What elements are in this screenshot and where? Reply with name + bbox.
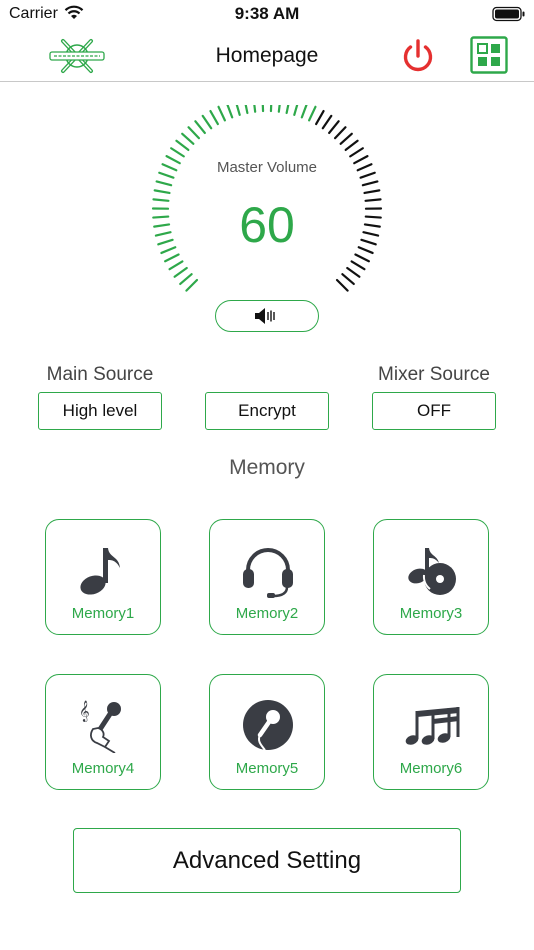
volume-tick <box>253 105 257 113</box>
grid-icon <box>470 36 508 74</box>
status-bar: Carrier 9:38 AM <box>0 0 534 30</box>
volume-tick <box>170 147 185 158</box>
volume-tick <box>181 132 195 145</box>
page-title: Homepage <box>215 44 319 67</box>
memory5-button[interactable]: Memory5 <box>209 674 325 790</box>
volume-tick <box>300 105 308 119</box>
volume-tick <box>344 139 359 152</box>
volume-label: Master Volume <box>216 159 318 176</box>
memory1-button[interactable]: Memory1 <box>45 519 161 635</box>
volume-tick <box>361 180 379 187</box>
main-source-label: Main Source <box>46 364 154 385</box>
memory5-label: Memory5 <box>235 760 299 777</box>
volume-tick <box>173 266 188 278</box>
volume-tick <box>194 120 206 135</box>
encrypt-button[interactable]: Encrypt <box>205 392 329 430</box>
microphone-circle-icon <box>243 700 293 751</box>
advanced-setting-button[interactable]: Advanced Setting <box>73 828 461 893</box>
volume-tick <box>341 273 355 286</box>
grid-menu-button[interactable] <box>470 36 508 74</box>
volume-tick <box>235 105 241 116</box>
volume-tick <box>164 253 180 263</box>
note-disc-icon <box>408 548 456 595</box>
volume-tick <box>346 266 361 278</box>
volume-tick <box>217 105 226 122</box>
volume-tick <box>328 120 340 135</box>
volume-tick <box>226 105 234 119</box>
volume-tick <box>155 180 173 187</box>
mixer-source-label: Mixer Source <box>378 364 490 385</box>
volume-tick <box>363 189 381 195</box>
volume-tick <box>349 147 364 158</box>
volume-tick <box>277 105 281 113</box>
volume-tick <box>350 260 366 271</box>
memory4-button[interactable]: 𝄞 Memory4 <box>45 674 161 790</box>
volume-tick <box>201 114 213 130</box>
speaker-icon <box>255 308 275 324</box>
memory2-label: Memory2 <box>235 605 299 622</box>
mute-button[interactable] <box>215 300 319 332</box>
svg-text:𝄞: 𝄞 <box>79 701 90 722</box>
memory3-button[interactable]: Memory3 <box>373 519 489 635</box>
hand-microphone-icon: 𝄞 <box>79 701 121 753</box>
volume-value: 60 <box>239 197 295 253</box>
sixteenth-notes-icon <box>405 707 460 745</box>
volume-tick <box>187 126 200 140</box>
status-time: 9:38 AM <box>234 4 300 23</box>
volume-tick <box>293 105 299 116</box>
volume-tick <box>261 105 265 113</box>
memory6-button[interactable]: Memory6 <box>373 674 489 790</box>
power-icon <box>403 39 433 72</box>
volume-tick <box>308 105 317 122</box>
memory3-label: Memory3 <box>399 605 463 622</box>
volume-tick <box>285 105 290 115</box>
memory6-label: Memory6 <box>399 760 463 777</box>
volume-tick <box>175 139 190 152</box>
volume-tick <box>244 105 249 115</box>
battery-icon <box>492 6 525 22</box>
volume-tick <box>185 278 199 292</box>
headset-icon <box>243 548 293 598</box>
power-button[interactable] <box>399 37 437 75</box>
volume-tick <box>168 260 184 271</box>
volume-tick <box>179 273 193 286</box>
volume-tick <box>315 109 325 126</box>
memory2-button[interactable]: Memory2 <box>209 519 325 635</box>
mixer-source-button[interactable]: OFF <box>372 392 496 430</box>
memory-title: Memory <box>229 456 305 479</box>
volume-tick <box>339 132 353 145</box>
volume-tick <box>269 105 273 113</box>
volume-tick <box>335 278 349 292</box>
volume-tick <box>209 109 219 126</box>
volume-tick <box>354 253 370 263</box>
memory1-label: Memory1 <box>71 605 135 622</box>
main-source-button[interactable]: High level <box>38 392 162 430</box>
volume-tick <box>334 126 347 140</box>
volume-tick <box>153 189 171 195</box>
memory4-label: Memory4 <box>71 760 135 777</box>
nav-bar: Homepage <box>0 30 534 82</box>
volume-tick <box>321 114 333 130</box>
music-note-icon <box>80 548 120 595</box>
